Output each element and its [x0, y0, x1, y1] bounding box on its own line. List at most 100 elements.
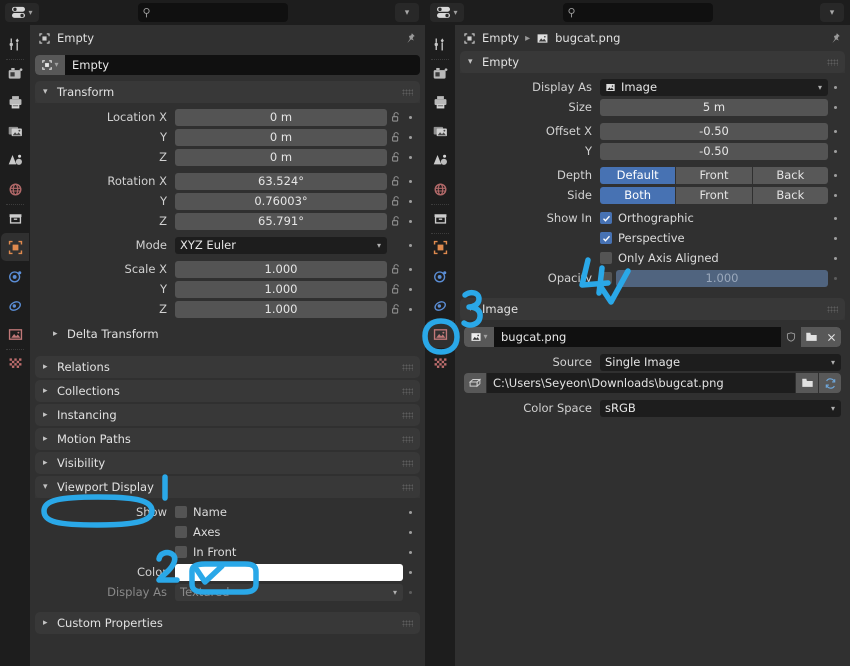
- search-field[interactable]: ⚲: [562, 3, 713, 22]
- show-name-checkbox[interactable]: [175, 506, 187, 518]
- rotation-z-input[interactable]: 65.791°: [175, 212, 387, 230]
- rotation-x-input[interactable]: 63.524°: [175, 172, 387, 190]
- object-color-swatch[interactable]: [175, 563, 403, 581]
- animate-decorator[interactable]: [405, 243, 416, 247]
- show-in-perspective-checkbox[interactable]: [600, 232, 612, 244]
- animate-decorator[interactable]: [830, 105, 841, 109]
- sidebar-item-render[interactable]: [1, 59, 29, 87]
- reload-image-button[interactable]: [819, 373, 841, 393]
- image-browse-button[interactable]: ▾: [464, 327, 494, 347]
- sidebar-item-texture[interactable]: [426, 349, 454, 377]
- sidebar-item-world[interactable]: [426, 175, 454, 205]
- location-y-input[interactable]: 0 m: [175, 128, 387, 146]
- drag-grip-icon[interactable]: [402, 620, 413, 627]
- animate-decorator[interactable]: [405, 115, 416, 119]
- animate-decorator[interactable]: [405, 550, 416, 554]
- sidebar-item-physics[interactable]: [1, 291, 29, 319]
- animate-decorator[interactable]: [405, 287, 416, 291]
- panel-header-visibility[interactable]: ▸ Visibility: [35, 452, 420, 474]
- drag-grip-icon[interactable]: [402, 460, 413, 467]
- image-filepath-value[interactable]: C:\Users\Seyeon\Downloads\bugcat.png: [487, 373, 795, 393]
- sidebar-item-modifiers[interactable]: [426, 262, 454, 290]
- unlink-image-button[interactable]: [821, 327, 841, 347]
- sidebar-item-render[interactable]: [426, 59, 454, 87]
- lock-open-icon[interactable]: [390, 151, 403, 164]
- panel-header-instancing[interactable]: ▸ Instancing: [35, 404, 420, 426]
- panel-header-relations[interactable]: ▸ Relations: [35, 356, 420, 378]
- scale-x-input[interactable]: 1.000: [175, 260, 387, 278]
- drag-grip-icon[interactable]: [827, 59, 838, 66]
- filepath-type-button[interactable]: [464, 373, 486, 393]
- sidebar-item-collection[interactable]: [1, 204, 29, 234]
- sidebar-item-tool[interactable]: [426, 30, 454, 60]
- only-axis-aligned-checkbox[interactable]: [600, 252, 612, 264]
- breadcrumb-object[interactable]: Empty: [482, 31, 519, 45]
- lock-open-icon[interactable]: [390, 303, 403, 316]
- lock-open-icon[interactable]: [390, 175, 403, 188]
- panel-header-viewport-display[interactable]: ▾ Viewport Display: [35, 476, 420, 498]
- animate-decorator[interactable]: [405, 199, 416, 203]
- animate-decorator[interactable]: [405, 135, 416, 139]
- location-z-input[interactable]: 0 m: [175, 148, 387, 166]
- sidebar-item-collection[interactable]: [426, 204, 454, 234]
- object-name-value[interactable]: Empty: [65, 58, 109, 72]
- animate-decorator[interactable]: [830, 129, 841, 133]
- animate-decorator[interactable]: [405, 179, 416, 183]
- sidebar-item-physics[interactable]: [426, 291, 454, 319]
- drag-grip-icon[interactable]: [402, 484, 413, 491]
- rotation-y-input[interactable]: 0.76003°: [175, 192, 387, 210]
- panel-header-image[interactable]: ▾ Image: [460, 298, 845, 320]
- show-axes-checkbox[interactable]: [175, 526, 187, 538]
- sidebar-item-output[interactable]: [1, 88, 29, 116]
- panel-header-collections[interactable]: ▸ Collections: [35, 380, 420, 402]
- pin-icon[interactable]: [828, 31, 842, 45]
- drag-grip-icon[interactable]: [402, 388, 413, 395]
- animate-decorator[interactable]: [830, 149, 841, 153]
- empty-display-as-dropdown[interactable]: Image ▾: [600, 78, 828, 96]
- sidebar-item-view-layer[interactable]: [426, 117, 454, 145]
- search-input[interactable]: [579, 6, 708, 19]
- editor-options-button[interactable]: ▾: [395, 3, 419, 22]
- opacity-slider[interactable]: 1.000: [616, 269, 828, 287]
- panel-header-motion-paths[interactable]: ▸ Motion Paths: [35, 428, 420, 450]
- sidebar-item-object-data[interactable]: [426, 320, 454, 350]
- use-opacity-checkbox[interactable]: [600, 272, 612, 284]
- animate-decorator[interactable]: [830, 85, 841, 89]
- panel-header-custom-properties[interactable]: ▸ Custom Properties: [35, 612, 420, 634]
- side-option-back[interactable]: Back: [752, 186, 828, 204]
- animate-decorator[interactable]: [830, 236, 841, 240]
- sidebar-item-texture[interactable]: [1, 349, 29, 377]
- sidebar-item-scene[interactable]: [426, 146, 454, 174]
- animate-decorator[interactable]: [830, 193, 841, 197]
- lock-open-icon[interactable]: [390, 263, 403, 276]
- show-in-front-checkbox[interactable]: [175, 546, 187, 558]
- drag-grip-icon[interactable]: [827, 306, 838, 313]
- offset-y-input[interactable]: -0.50: [600, 142, 828, 160]
- location-x-input[interactable]: 0 m: [175, 108, 387, 126]
- sidebar-item-object-data[interactable]: [1, 320, 29, 350]
- image-source-dropdown[interactable]: Single Image ▾: [600, 353, 841, 371]
- lock-open-icon[interactable]: [390, 283, 403, 296]
- animate-decorator[interactable]: [405, 570, 416, 574]
- depth-option-default[interactable]: Default: [600, 166, 676, 184]
- lock-open-icon[interactable]: [390, 195, 403, 208]
- scale-z-input[interactable]: 1.000: [175, 300, 387, 318]
- animate-decorator[interactable]: [405, 219, 416, 223]
- depth-option-back[interactable]: Back: [752, 166, 828, 184]
- sidebar-item-modifiers[interactable]: [1, 262, 29, 290]
- editor-options-button[interactable]: ▾: [820, 3, 844, 22]
- animate-decorator[interactable]: [405, 307, 416, 311]
- drag-grip-icon[interactable]: [402, 436, 413, 443]
- animate-decorator[interactable]: [405, 267, 416, 271]
- animate-decorator[interactable]: [830, 276, 841, 280]
- animate-decorator[interactable]: [405, 590, 416, 594]
- sidebar-item-output[interactable]: [426, 88, 454, 116]
- open-image-button[interactable]: [801, 327, 821, 347]
- animate-decorator[interactable]: [830, 256, 841, 260]
- drag-grip-icon[interactable]: [402, 412, 413, 419]
- sidebar-item-scene[interactable]: [1, 146, 29, 174]
- show-in-orthographic-checkbox[interactable]: [600, 212, 612, 224]
- depth-option-front[interactable]: Front: [676, 166, 752, 184]
- object-id-name-row[interactable]: ▾ Empty: [35, 55, 420, 75]
- sidebar-item-view-layer[interactable]: [1, 117, 29, 145]
